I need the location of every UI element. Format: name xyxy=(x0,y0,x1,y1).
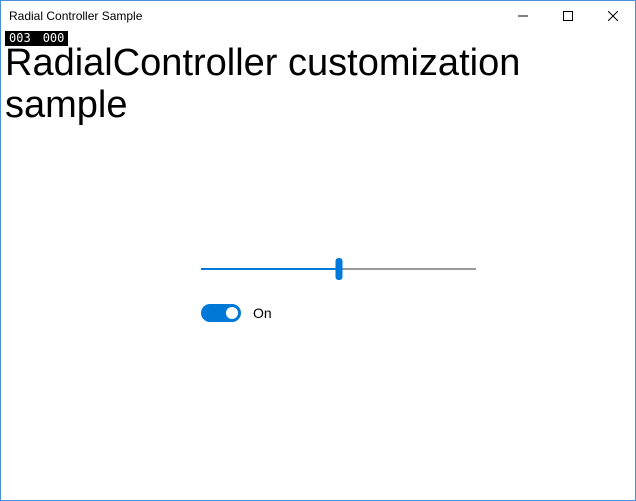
close-button[interactable] xyxy=(590,1,635,31)
window-titlebar: Radial Controller Sample xyxy=(1,1,635,31)
maximize-button[interactable] xyxy=(545,1,590,31)
toggle-label: On xyxy=(253,305,272,321)
toggle-row: On xyxy=(201,304,476,322)
minimize-icon xyxy=(518,11,528,21)
window-controls xyxy=(500,1,635,31)
content-area: RadialController customization sample xyxy=(1,43,635,127)
slider[interactable] xyxy=(201,258,476,280)
toggle-switch[interactable] xyxy=(201,304,241,322)
controls-area: On xyxy=(201,258,476,322)
toggle-knob xyxy=(226,307,238,319)
close-icon xyxy=(608,11,618,21)
maximize-icon xyxy=(563,11,573,21)
window-title: Radial Controller Sample xyxy=(9,9,500,23)
page-title: RadialController customization sample xyxy=(5,43,631,127)
slider-fill xyxy=(201,268,339,270)
slider-thumb[interactable] xyxy=(335,258,342,280)
minimize-button[interactable] xyxy=(500,1,545,31)
